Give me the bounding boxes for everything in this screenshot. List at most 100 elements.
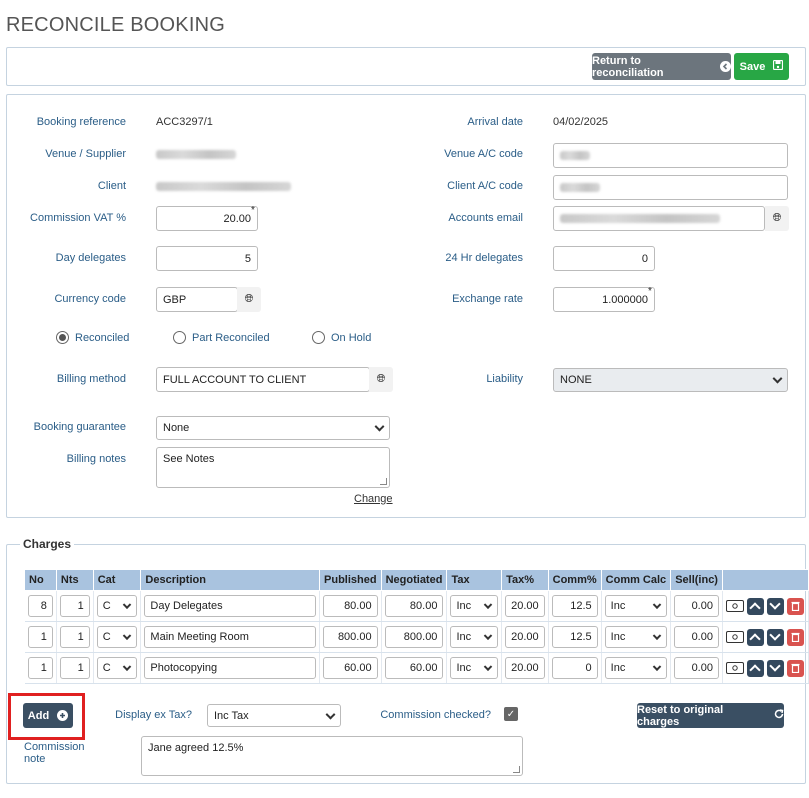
chevron-up-icon[interactable] (746, 597, 764, 615)
description-input[interactable]: Main Meeting Room (144, 626, 317, 648)
resize-grip-icon[interactable] (513, 766, 520, 773)
save-button[interactable]: Save (734, 53, 789, 80)
comm-calc-select[interactable]: Inc (604, 657, 668, 679)
sell-input[interactable]: 0.00 (674, 595, 719, 617)
guarantee-select[interactable]: None (156, 416, 390, 440)
col-comm-calc: Comm Calc (600, 569, 672, 591)
chevron-up-icon[interactable] (746, 659, 764, 677)
guarantee-value: None (163, 422, 190, 434)
no-input[interactable]: 8 (27, 595, 53, 617)
venue-ac-label: Venue A/C code (444, 148, 523, 160)
commission-vat-field[interactable]: 20.00 (156, 206, 258, 231)
globe-icon[interactable]: 🌐︎ (765, 206, 789, 231)
sell-input[interactable]: 0.00 (674, 657, 719, 679)
status-radio-on-hold[interactable]: On Hold (312, 331, 371, 344)
add-charge-button[interactable]: Add (23, 703, 73, 728)
accounts-email-field[interactable] (553, 206, 765, 231)
tax-select[interactable]: Inc (450, 626, 499, 648)
nts-input[interactable]: 1 (59, 657, 90, 679)
reset-charges-button[interactable]: Reset to original charges (637, 703, 784, 728)
hr24-delegates-field[interactable]: 0 (553, 246, 655, 271)
money-icon[interactable] (725, 600, 744, 612)
day-delegates-field[interactable]: 5 (156, 246, 258, 271)
row-actions (725, 628, 805, 646)
radio-circle (173, 331, 186, 344)
tax-pct-input[interactable]: 20.00 (505, 657, 545, 679)
status-radio-part-reconciled[interactable]: Part Reconciled (173, 331, 270, 344)
comm-pct-input[interactable]: 0 (551, 657, 598, 679)
chevron-down-icon (123, 631, 132, 641)
comm-calc-value: Inc (610, 631, 626, 643)
no-input[interactable]: 1 (27, 657, 53, 679)
published-input[interactable]: 60.00 (323, 657, 378, 679)
display-ex-tax-select[interactable]: Inc Tax (207, 704, 341, 727)
status-radio-reconciled[interactable]: Reconciled (56, 331, 129, 344)
tax-select[interactable]: Inc (450, 595, 499, 617)
change-link[interactable]: Change (354, 493, 393, 505)
money-icon[interactable] (725, 631, 744, 643)
comm-calc-select[interactable]: Inc (604, 595, 668, 617)
venue-ac-field[interactable] (553, 143, 788, 168)
negotiated-input[interactable]: 80.00 (384, 595, 444, 617)
table-row: 1 1 C Photocopying 60.00 60.00 Inc 20.00… (24, 652, 809, 684)
col-no: No (24, 569, 57, 591)
nts-input[interactable]: 1 (59, 626, 90, 648)
no-input[interactable]: 1 (27, 626, 53, 648)
currency-field[interactable]: GBP (156, 287, 238, 312)
chevron-down-icon[interactable] (766, 628, 784, 646)
tax-pct-input[interactable]: 20.00 (505, 595, 545, 617)
negotiated-input[interactable]: 60.00 (384, 657, 444, 679)
chevron-down-icon (652, 631, 662, 641)
client-ac-field[interactable] (553, 175, 788, 200)
chevron-down-icon[interactable] (766, 659, 784, 677)
cat-select[interactable]: C (96, 626, 138, 648)
nts-input[interactable]: 1 (59, 595, 90, 617)
commission-checked-checkbox[interactable]: ✓ (504, 707, 518, 721)
reset-label: Reset to original charges (637, 703, 724, 728)
venue-label: Venue / Supplier (45, 148, 126, 160)
globe-icon[interactable]: 🌐︎ (369, 367, 393, 392)
published-input[interactable]: 800.00 (323, 626, 378, 648)
cat-select[interactable]: C (96, 657, 138, 679)
description-input[interactable]: Photocopying (144, 657, 317, 679)
cat-value: C (102, 662, 111, 674)
commission-note-textarea[interactable]: Jane agreed 12.5% (141, 736, 523, 776)
globe-icon[interactable]: 🌐︎ (237, 287, 261, 312)
description-input[interactable]: Day Delegates (144, 595, 317, 617)
trash-icon[interactable] (786, 628, 804, 646)
cat-value: C (102, 631, 111, 643)
commission-note-value: Jane agreed 12.5% (148, 742, 244, 754)
tax-select[interactable]: Inc (450, 657, 499, 679)
comm-calc-value: Inc (610, 662, 626, 674)
trash-icon[interactable] (786, 597, 804, 615)
exchange-rate-field[interactable]: 1.000000 (553, 287, 655, 312)
booking-reference-value: ACC3297/1 (156, 116, 213, 128)
billing-method-field[interactable]: FULL ACCOUNT TO CLIENT (156, 367, 370, 392)
comm-pct-input[interactable]: 12.5 (551, 626, 598, 648)
comm-calc-select[interactable]: Inc (604, 626, 668, 648)
display-ex-tax-label: Display ex Tax? (115, 709, 192, 721)
chevron-down-icon (483, 631, 493, 641)
chevron-down-icon[interactable] (766, 597, 784, 615)
return-to-reconciliation-button[interactable]: Return to reconciliation (592, 53, 731, 80)
billing-notes-textarea[interactable]: See Notes (156, 447, 390, 488)
required-marker: * (251, 205, 255, 216)
liability-select[interactable]: NONE (553, 368, 788, 392)
charges-table: No Nts Cat Description Published Negotia… (24, 569, 809, 684)
chevron-down-icon (325, 709, 336, 720)
resize-grip-icon[interactable] (380, 478, 387, 485)
commission-note-label: Commission note (24, 741, 85, 765)
tax-pct-input[interactable]: 20.00 (505, 626, 545, 648)
negotiated-input[interactable]: 800.00 (384, 626, 444, 648)
chevron-up-icon[interactable] (746, 628, 764, 646)
sell-input[interactable]: 0.00 (674, 626, 719, 648)
col-comm-pct: Comm% (547, 569, 602, 591)
liability-value: NONE (560, 374, 592, 386)
comm-pct-input[interactable]: 12.5 (551, 595, 598, 617)
refresh-icon (774, 709, 784, 722)
published-input[interactable]: 80.00 (323, 595, 378, 617)
cat-select[interactable]: C (96, 595, 138, 617)
money-icon[interactable] (725, 662, 744, 674)
radio-label: Part Reconciled (192, 331, 270, 344)
trash-icon[interactable] (786, 659, 804, 677)
